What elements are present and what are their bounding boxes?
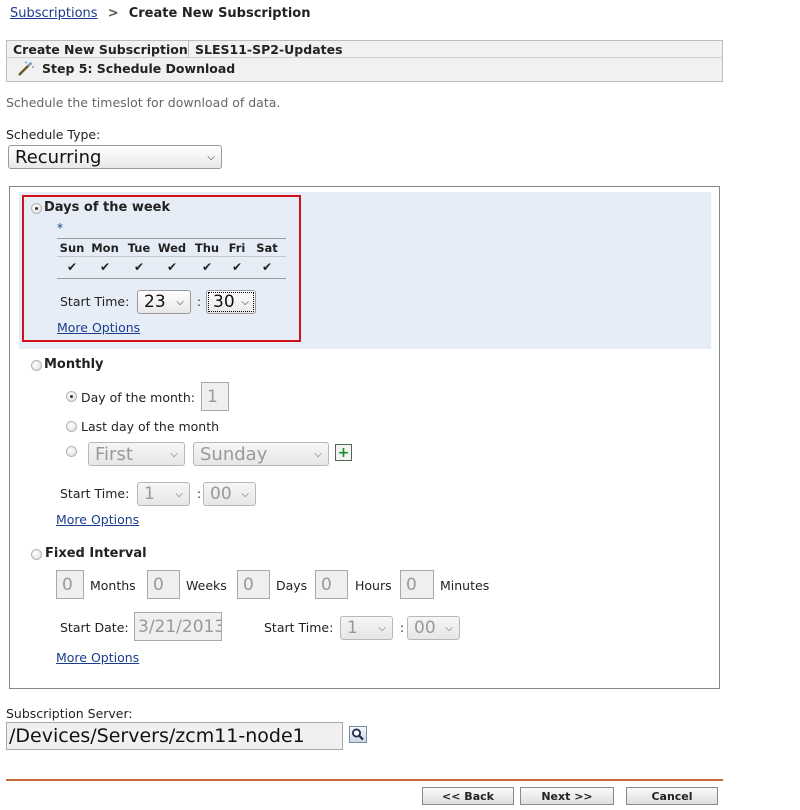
chevron-down-icon: ⌵ bbox=[241, 296, 249, 308]
days-label: Days bbox=[276, 578, 308, 593]
browse-search-icon[interactable] bbox=[349, 726, 367, 743]
chevron-right-icon: > bbox=[107, 6, 119, 21]
back-button[interactable]: << Back bbox=[422, 787, 514, 805]
fixed-hour-select[interactable]: 1 ⌵ bbox=[340, 616, 393, 640]
start-date-label: Start Date: bbox=[60, 620, 129, 635]
chevron-down-icon: ⌵ bbox=[241, 488, 249, 500]
weekday-header: Mon bbox=[91, 241, 119, 255]
time-separator: : bbox=[197, 295, 202, 309]
start-date-input[interactable]: 3/21/2013 bbox=[134, 612, 222, 641]
weekday-header: Tue bbox=[127, 241, 151, 255]
monthly-label: Monthly bbox=[44, 357, 104, 372]
weekday-checkbox[interactable]: ✔ bbox=[167, 260, 177, 274]
dow-minute-value: 30 bbox=[213, 292, 235, 312]
wizard-header-row: Create New Subscription SLES11-SP2-Updat… bbox=[7, 41, 722, 58]
weekday-checkbox[interactable]: ✔ bbox=[262, 260, 272, 274]
monthly-minute-select[interactable]: 00 ⌵ bbox=[203, 482, 256, 506]
fixed-minute-select[interactable]: 00 ⌵ bbox=[407, 616, 460, 640]
fixed-start-time-label: Start Time: bbox=[264, 620, 334, 635]
chevron-down-icon: ⌵ bbox=[176, 296, 184, 308]
weekday-checkbox[interactable]: ✔ bbox=[232, 260, 242, 274]
weekday-select[interactable]: Sunday ⌵ bbox=[193, 442, 329, 466]
wizard-step-row: Step 5: Schedule Download bbox=[7, 58, 722, 82]
cancel-button[interactable]: Cancel bbox=[626, 787, 718, 805]
chevron-down-icon: ⌵ bbox=[170, 448, 178, 460]
add-icon[interactable]: + bbox=[335, 444, 352, 461]
weekday-header: Sat bbox=[256, 241, 278, 255]
days-of-week-radio[interactable] bbox=[31, 203, 42, 214]
breadcrumb-current: Create New Subscription bbox=[128, 6, 311, 21]
weekday-value: Sunday bbox=[200, 443, 268, 465]
monthly-minute-value: 00 bbox=[210, 484, 232, 504]
header-divider bbox=[188, 41, 189, 58]
weekday-checkbox[interactable]: ✔ bbox=[67, 260, 77, 274]
dow-more-options-link[interactable]: More Options bbox=[57, 320, 140, 335]
hours-input[interactable]: 0 bbox=[315, 570, 348, 599]
day-of-month-label: Day of the month: bbox=[81, 390, 195, 405]
required-marker: * bbox=[57, 221, 63, 235]
hours-label: Hours bbox=[355, 578, 392, 593]
dow-hour-select[interactable]: 23 ⌵ bbox=[137, 290, 191, 314]
fixed-interval-radio[interactable] bbox=[31, 549, 42, 560]
page-description: Schedule the timeslot for download of da… bbox=[6, 95, 281, 110]
footer-rule bbox=[6, 779, 723, 781]
next-button[interactable]: Next >> bbox=[520, 787, 614, 805]
last-day-label: Last day of the month bbox=[81, 419, 220, 434]
fixed-minute-value: 00 bbox=[414, 618, 436, 638]
fixed-interval-label: Fixed Interval bbox=[45, 546, 147, 561]
monthly-hour-value: 1 bbox=[144, 484, 155, 504]
chevron-down-icon: ⌵ bbox=[378, 622, 386, 634]
wizard-header: Create New Subscription SLES11-SP2-Updat… bbox=[6, 40, 723, 82]
wizard-title: Create New Subscription bbox=[13, 42, 188, 57]
weeks-input[interactable]: 0 bbox=[147, 570, 180, 599]
minutes-label: Minutes bbox=[440, 578, 490, 593]
weekday-header: Fri bbox=[228, 241, 246, 255]
subscription-name: SLES11-SP2-Updates bbox=[195, 42, 343, 57]
weekday-checkbox[interactable]: ✔ bbox=[100, 260, 110, 274]
fixed-more-options-link[interactable]: More Options bbox=[56, 650, 139, 665]
weekday-header: Thu bbox=[194, 241, 220, 255]
dow-start-time-label: Start Time: bbox=[60, 294, 130, 309]
step-title: Step 5: Schedule Download bbox=[42, 61, 236, 76]
chevron-down-icon: ⌵ bbox=[207, 151, 215, 163]
weekday-header: Wed bbox=[157, 241, 187, 255]
days-of-week-label: Days of the week bbox=[44, 200, 171, 215]
minutes-input[interactable]: 0 bbox=[400, 570, 434, 599]
subscription-server-label: Subscription Server: bbox=[6, 706, 133, 721]
day-of-month-radio[interactable] bbox=[66, 391, 77, 402]
last-day-radio[interactable] bbox=[66, 421, 77, 432]
monthly-start-time-label: Start Time: bbox=[60, 486, 130, 501]
schedule-type-label: Schedule Type: bbox=[6, 127, 101, 142]
subscription-server-input[interactable]: /Devices/Servers/zcm11-node1 bbox=[6, 722, 343, 750]
months-label: Months bbox=[90, 578, 136, 593]
monthly-hour-select[interactable]: 1 ⌵ bbox=[137, 482, 190, 506]
chevron-down-icon: ⌵ bbox=[175, 488, 183, 500]
weekday-table: Sun ✔ Mon ✔ Tue ✔ Wed ✔ Thu ✔ Fri ✔ Sat ✔ bbox=[57, 238, 286, 280]
breadcrumb-subscriptions-link[interactable]: Subscriptions bbox=[10, 6, 98, 21]
ordinal-select[interactable]: First ⌵ bbox=[88, 442, 185, 466]
weekday-checkbox[interactable]: ✔ bbox=[202, 260, 212, 274]
months-input[interactable]: 0 bbox=[56, 570, 84, 599]
chevron-down-icon: ⌵ bbox=[445, 622, 453, 634]
days-input[interactable]: 0 bbox=[237, 570, 270, 599]
chevron-down-icon: ⌵ bbox=[314, 448, 322, 460]
time-separator: : bbox=[400, 621, 405, 635]
weekday-header: Sun bbox=[59, 241, 85, 255]
monthly-more-options-link[interactable]: More Options bbox=[56, 512, 139, 527]
dow-minute-select[interactable]: 30 ⌵ bbox=[206, 290, 256, 314]
time-separator: : bbox=[197, 487, 202, 501]
breadcrumb: Subscriptions > Create New Subscription bbox=[10, 6, 310, 21]
weekday-checkbox[interactable]: ✔ bbox=[134, 260, 144, 274]
weekday-of-month-radio[interactable] bbox=[66, 446, 77, 457]
day-of-month-input[interactable]: 1 bbox=[201, 382, 229, 411]
wizard-wand-icon bbox=[17, 61, 35, 80]
dow-hour-value: 23 bbox=[144, 292, 166, 312]
schedule-type-select[interactable]: Recurring ⌵ bbox=[8, 145, 222, 169]
ordinal-value: First bbox=[95, 443, 133, 465]
fixed-hour-value: 1 bbox=[347, 618, 358, 638]
weeks-label: Weeks bbox=[186, 578, 227, 593]
monthly-radio[interactable] bbox=[31, 360, 42, 371]
schedule-type-value: Recurring bbox=[15, 146, 102, 168]
